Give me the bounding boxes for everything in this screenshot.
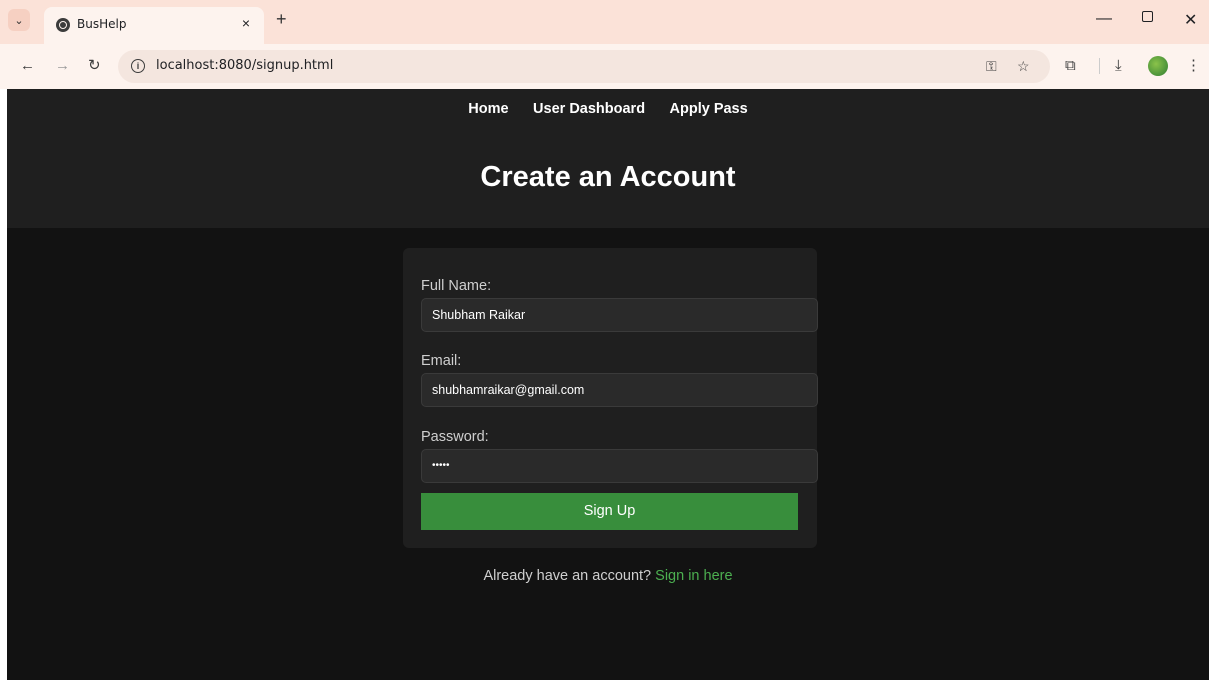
password-key-icon[interactable]: ⚿ [986,58,997,75]
password-label: Password: [421,429,489,445]
window-close-icon[interactable]: ✕ [1184,10,1197,30]
download-icon[interactable]: ⤓ [1115,58,1122,73]
signin-prompt-text: Already have an account? [483,568,656,584]
signin-prompt: Already have an account? Sign in here [7,568,1209,584]
url-text[interactable]: localhost:8080/signup.html [156,58,333,73]
browser-tab-strip: ⌄ BusHelp × + — ✕ [0,0,1209,44]
bookmark-star-icon[interactable]: ☆ [1017,58,1030,75]
restore-icon[interactable] [1142,11,1153,22]
site-info-icon[interactable]: i [131,59,145,73]
address-bar[interactable]: i localhost:8080/signup.html ⚿ ☆ [118,50,1050,83]
signup-form: Full Name: Shubham Raikar Email: shubham… [403,248,818,548]
minimize-icon[interactable]: — [1096,10,1112,28]
password-input[interactable]: ••••• [421,449,818,483]
sign-up-button[interactable]: Sign Up [421,493,798,530]
reload-icon[interactable]: ↻ [88,58,101,73]
profile-avatar[interactable] [1148,56,1168,76]
nav-apply-pass[interactable]: Apply Pass [670,101,748,117]
email-label: Email: [421,353,462,369]
menu-kebab-icon[interactable]: ⋮ [1186,58,1201,73]
toolbar-divider [1099,58,1100,74]
sign-in-link[interactable]: Sign in here [655,568,732,584]
full-name-label: Full Name: [421,278,492,294]
new-tab-icon[interactable]: + [276,10,287,28]
site-header: Home User Dashboard Apply Pass Create an… [7,89,1209,228]
extensions-icon[interactable]: ⧉ [1065,58,1076,73]
main-nav: Home User Dashboard Apply Pass [7,100,1209,118]
tab-title: BusHelp [77,17,127,31]
tab-close-icon[interactable]: × [242,15,250,31]
nav-user-dashboard[interactable]: User Dashboard [533,101,645,117]
back-icon[interactable]: ← [20,58,35,73]
email-input[interactable]: shubhamraikar@gmail.com [421,373,818,407]
globe-icon [56,18,70,32]
browser-tab[interactable]: BusHelp × [44,7,264,44]
forward-icon[interactable]: → [55,58,70,73]
page-title: Create an Account [480,161,736,193]
page-viewport: Home User Dashboard Apply Pass Create an… [7,89,1209,680]
nav-home[interactable]: Home [468,101,508,117]
browser-toolbar: ← → ↻ i localhost:8080/signup.html ⚿ ☆ ⧉… [0,44,1209,89]
tab-search-chevron-icon[interactable]: ⌄ [8,9,30,31]
full-name-input[interactable]: Shubham Raikar [421,298,818,332]
